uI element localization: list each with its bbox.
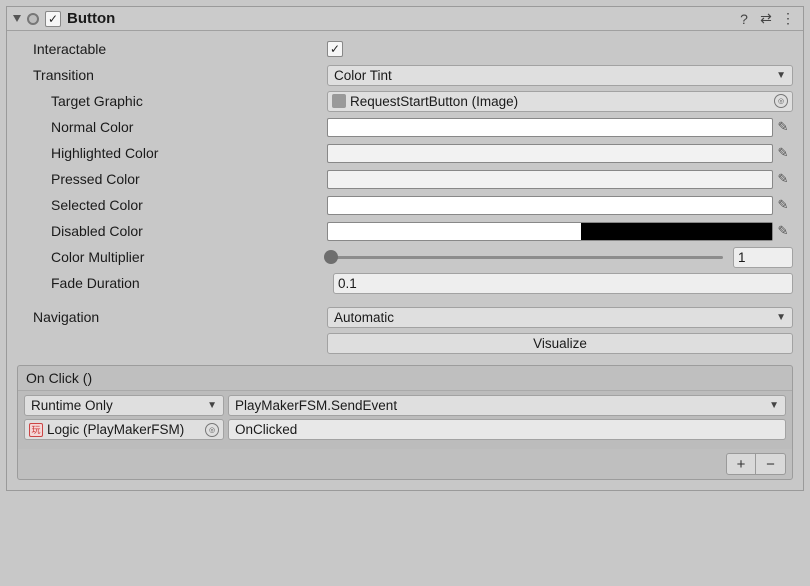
eyedropper-icon[interactable]: ✎ bbox=[773, 119, 793, 135]
fade-duration-field[interactable]: 0.1 bbox=[333, 273, 793, 294]
preset-icon[interactable]: ⇄ bbox=[757, 10, 775, 27]
interactable-label: Interactable bbox=[17, 41, 327, 57]
visualize-row: Visualize bbox=[17, 331, 793, 355]
color-multiplier-label: Color Multiplier bbox=[17, 249, 327, 265]
disabled-color-field[interactable] bbox=[327, 222, 773, 241]
slider-thumb[interactable] bbox=[324, 250, 338, 264]
eyedropper-icon[interactable]: ✎ bbox=[773, 145, 793, 161]
component-header: Button ? ⇄ ⋮ bbox=[7, 7, 803, 31]
visualize-button[interactable]: Visualize bbox=[327, 333, 793, 354]
component-title: Button bbox=[67, 10, 731, 27]
navigation-label: Navigation bbox=[17, 309, 327, 325]
navigation-value: Automatic bbox=[334, 310, 394, 325]
chevron-down-icon: ▼ bbox=[769, 400, 779, 411]
highlighted-color-row: Highlighted Color ✎ bbox=[17, 141, 793, 165]
normal-color-label: Normal Color bbox=[17, 119, 327, 135]
event-entry: Runtime Only ▼ PlayMakerFSM.SendEvent ▼ … bbox=[18, 391, 792, 449]
event-title: On Click () bbox=[18, 366, 792, 391]
selected-color-label: Selected Color bbox=[17, 197, 327, 213]
color-multiplier-slider[interactable] bbox=[327, 256, 727, 259]
disabled-color-row: Disabled Color ✎ bbox=[17, 219, 793, 243]
object-picker-icon[interactable]: ◎ bbox=[774, 94, 788, 108]
event-target-field[interactable]: 玩 Logic (PlayMakerFSM) ◎ bbox=[24, 419, 224, 440]
selected-color-field[interactable] bbox=[327, 196, 773, 215]
selected-color-row: Selected Color ✎ bbox=[17, 193, 793, 217]
component-body: Interactable Transition Color Tint ▼ Tar… bbox=[7, 31, 803, 490]
component-icon bbox=[27, 13, 39, 25]
pressed-color-field[interactable] bbox=[327, 170, 773, 189]
image-icon bbox=[332, 94, 346, 108]
transition-dropdown[interactable]: Color Tint ▼ bbox=[327, 65, 793, 86]
event-target-value: Logic (PlayMakerFSM) bbox=[47, 422, 201, 437]
onclick-event-box: On Click () Runtime Only ▼ PlayMakerFSM.… bbox=[17, 365, 793, 480]
call-state-dropdown[interactable]: Runtime Only ▼ bbox=[24, 395, 224, 416]
foldout-toggle[interactable] bbox=[13, 15, 21, 22]
transition-value: Color Tint bbox=[334, 68, 392, 83]
color-multiplier-row: Color Multiplier 1 bbox=[17, 245, 793, 269]
event-argument-value: OnClicked bbox=[235, 422, 297, 437]
event-footer: + − bbox=[18, 449, 792, 479]
call-state-value: Runtime Only bbox=[31, 398, 113, 413]
fade-duration-label: Fade Duration bbox=[17, 275, 327, 291]
highlighted-color-label: Highlighted Color bbox=[17, 145, 327, 161]
normal-color-row: Normal Color ✎ bbox=[17, 115, 793, 139]
eyedropper-icon[interactable]: ✎ bbox=[773, 197, 793, 213]
method-value: PlayMakerFSM.SendEvent bbox=[235, 398, 397, 413]
menu-icon[interactable]: ⋮ bbox=[779, 10, 797, 27]
eyedropper-icon[interactable]: ✎ bbox=[773, 223, 793, 239]
method-dropdown[interactable]: PlayMakerFSM.SendEvent ▼ bbox=[228, 395, 786, 416]
target-graphic-label: Target Graphic bbox=[17, 93, 327, 109]
eyedropper-icon[interactable]: ✎ bbox=[773, 171, 793, 187]
pressed-color-label: Pressed Color bbox=[17, 171, 327, 187]
add-event-button[interactable]: + bbox=[726, 453, 756, 475]
transition-label: Transition bbox=[17, 67, 327, 83]
interactable-row: Interactable bbox=[17, 37, 793, 61]
chevron-down-icon: ▼ bbox=[776, 70, 786, 81]
target-graphic-field[interactable]: RequestStartButton (Image) ◎ bbox=[327, 91, 793, 112]
button-component-panel: Button ? ⇄ ⋮ Interactable Transition Col… bbox=[6, 6, 804, 491]
playmaker-icon: 玩 bbox=[29, 423, 43, 437]
navigation-dropdown[interactable]: Automatic ▼ bbox=[327, 307, 793, 328]
object-picker-icon[interactable]: ◎ bbox=[205, 423, 219, 437]
color-multiplier-value[interactable]: 1 bbox=[733, 247, 793, 268]
chevron-down-icon: ▼ bbox=[776, 312, 786, 323]
remove-event-button[interactable]: − bbox=[756, 453, 786, 475]
transition-row: Transition Color Tint ▼ bbox=[17, 63, 793, 87]
highlighted-color-field[interactable] bbox=[327, 144, 773, 163]
disabled-color-label: Disabled Color bbox=[17, 223, 327, 239]
normal-color-field[interactable] bbox=[327, 118, 773, 137]
event-argument-field[interactable]: OnClicked bbox=[228, 419, 786, 440]
target-graphic-row: Target Graphic RequestStartButton (Image… bbox=[17, 89, 793, 113]
pressed-color-row: Pressed Color ✎ bbox=[17, 167, 793, 191]
enable-checkbox[interactable] bbox=[45, 11, 61, 27]
target-graphic-value: RequestStartButton (Image) bbox=[350, 94, 770, 109]
help-icon[interactable]: ? bbox=[735, 11, 753, 27]
navigation-row: Navigation Automatic ▼ bbox=[17, 305, 793, 329]
fade-duration-row: Fade Duration 0.1 bbox=[17, 271, 793, 295]
interactable-checkbox[interactable] bbox=[327, 41, 343, 57]
chevron-down-icon: ▼ bbox=[207, 400, 217, 411]
